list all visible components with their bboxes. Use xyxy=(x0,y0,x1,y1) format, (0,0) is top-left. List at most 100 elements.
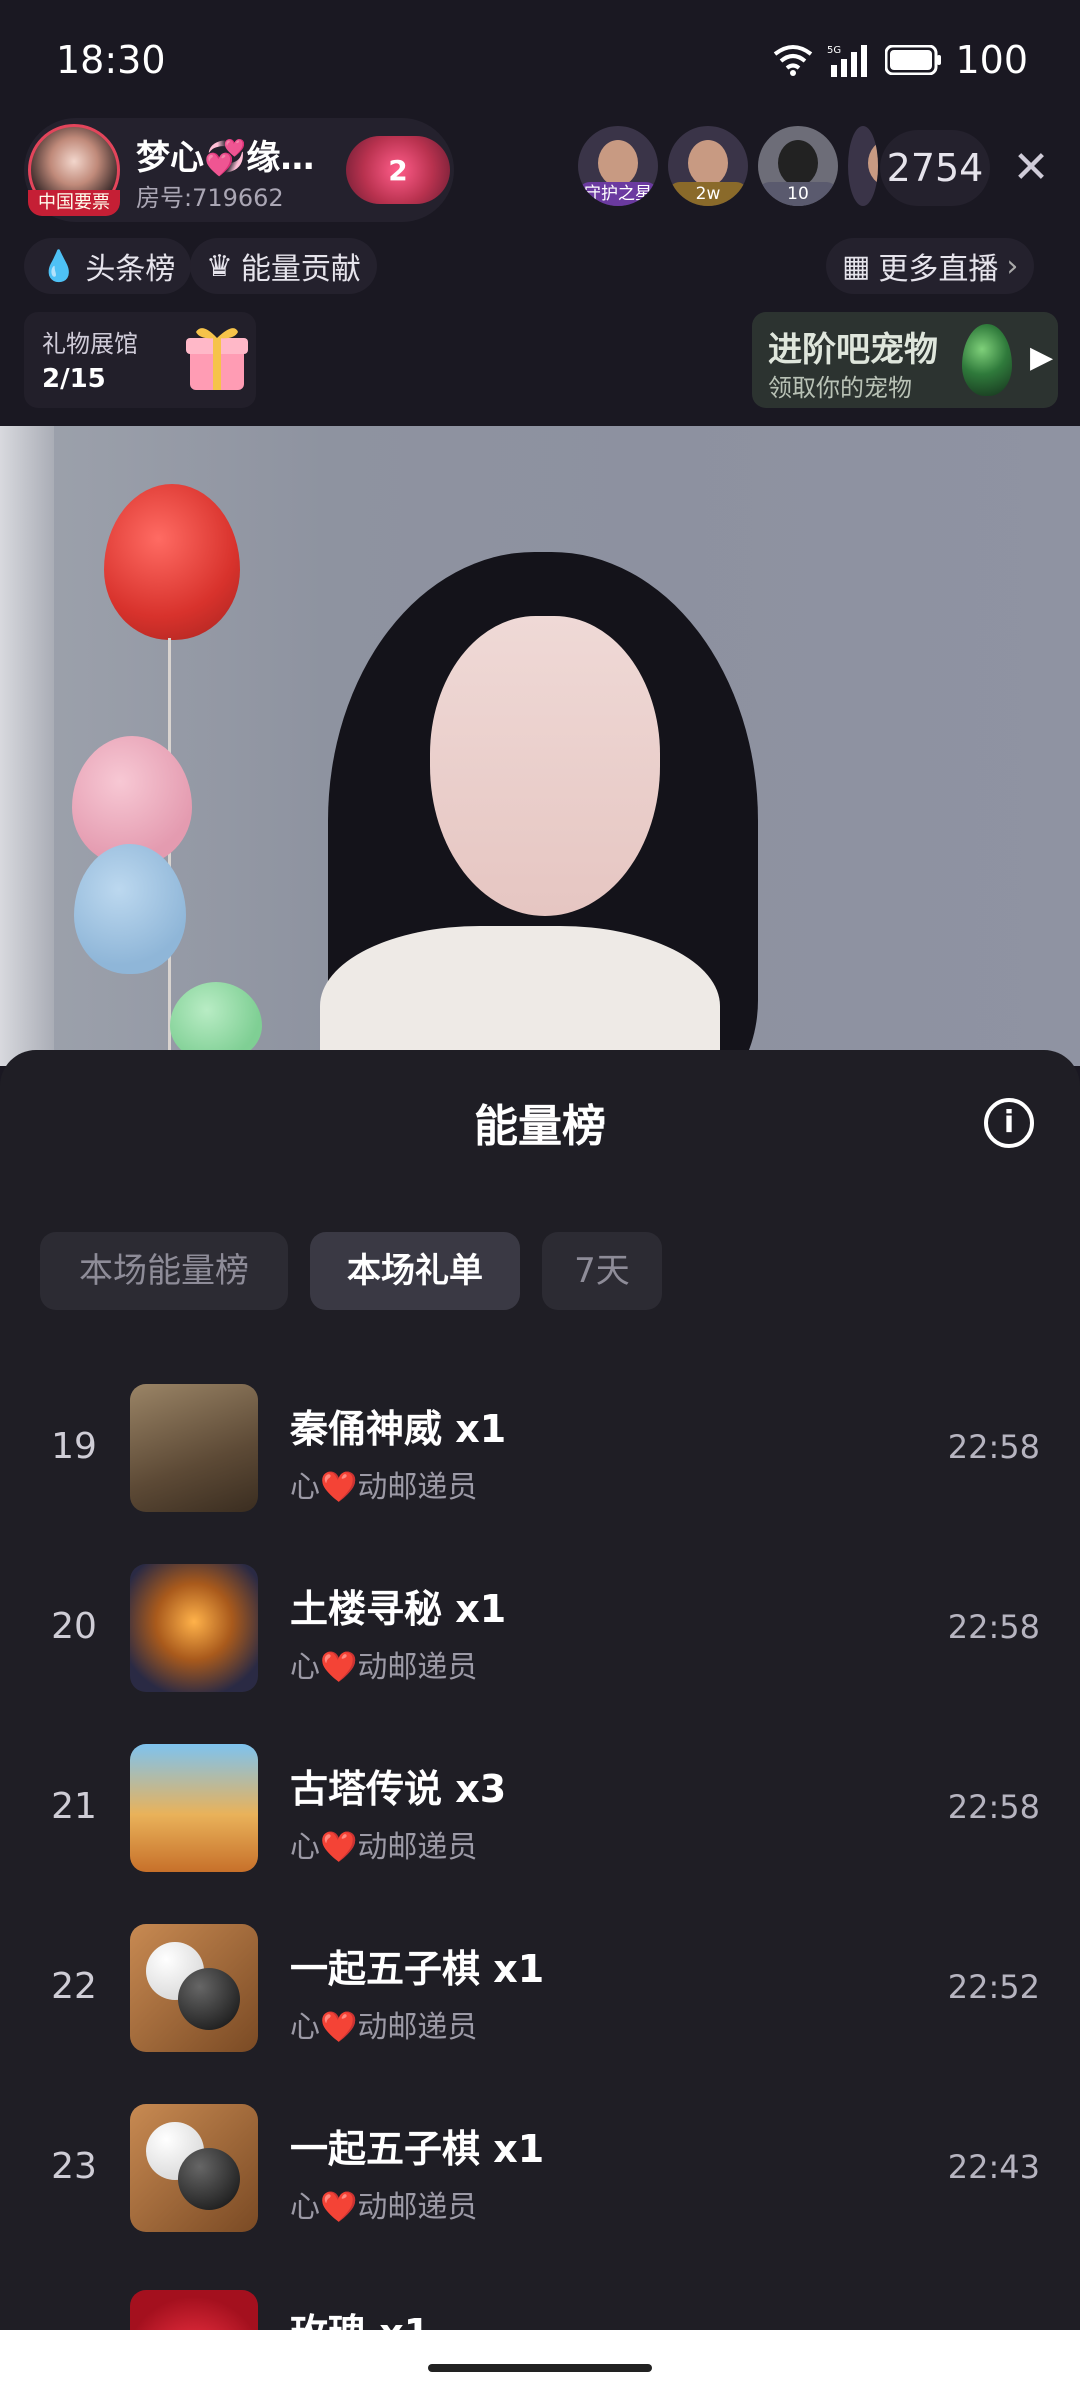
viewer-badge: 10 xyxy=(758,182,838,206)
blue-balloon xyxy=(74,844,186,974)
flame-icon: 💧 xyxy=(40,248,78,284)
gift-qty: x1 xyxy=(379,2311,430,2330)
viewer-avatar[interactable] xyxy=(848,126,878,206)
gift-sender[interactable]: 心❤️动邮递员 xyxy=(290,1642,477,1686)
gift-hall-label: 礼物展馆 xyxy=(42,330,138,358)
pet-promo-subtitle: 领取你的宠物 xyxy=(768,374,912,402)
viewer-avatar[interactable]: 2w xyxy=(668,126,748,206)
gift-time: 22:52 xyxy=(947,1968,1040,2006)
battery-level: 100 xyxy=(955,38,1028,82)
avatar-face xyxy=(688,140,728,186)
svg-text:5G: 5G xyxy=(827,45,841,56)
live-video[interactable] xyxy=(0,426,1080,1066)
crown-icon: ♛ xyxy=(206,248,233,284)
gift-time: 22:58 xyxy=(947,1788,1040,1826)
gift-sender[interactable]: 心❤️动邮递员 xyxy=(290,1822,477,1866)
tab-session-gifts[interactable]: 本场礼单 xyxy=(310,1232,520,1310)
pet-egg-icon xyxy=(962,324,1012,396)
panel-title: 能量榜 xyxy=(474,1101,606,1152)
gift-name: 一起五子棋 xyxy=(290,2127,481,2171)
signal-icon: 5G xyxy=(827,45,868,77)
fan-club-badge[interactable]: 2 xyxy=(346,136,450,204)
info-icon[interactable]: i xyxy=(984,1098,1034,1148)
streamer-coat xyxy=(320,926,720,1066)
gift-sender[interactable]: 心❤️动邮递员 xyxy=(290,2002,477,2046)
gift-rank: 20 xyxy=(51,1606,97,1647)
gift-qty: x1 xyxy=(455,1407,507,1451)
terracotta-warriors-thumb xyxy=(130,1384,258,1512)
gift-name: 玫瑰 xyxy=(290,2311,366,2330)
gift-name: 秦俑神威 xyxy=(290,1407,443,1451)
home-bar xyxy=(0,2330,1080,2400)
gift-hall-card[interactable]: 礼物展馆 2/15 xyxy=(24,312,256,408)
gift-time: 22:43 xyxy=(947,2148,1040,2186)
gift-row[interactable]: 19 秦俑神威 x1 心❤️动邮递员 22:58 xyxy=(0,1358,1080,1538)
gift-name-line: 土楼寻秘 x1 xyxy=(290,1578,506,1633)
gift-sender[interactable]: 心❤️动邮递员 xyxy=(290,1462,477,1506)
gomoku-thumb xyxy=(130,2104,258,2232)
gift-name: 古塔传说 xyxy=(290,1767,443,1811)
energy-contribution-label: 能量贡献 xyxy=(240,252,361,287)
red-balloon xyxy=(104,484,240,640)
status-icons: 5G 100 xyxy=(773,38,1028,82)
close-icon[interactable]: ✕ xyxy=(1006,140,1056,196)
gift-qty: x1 xyxy=(493,2127,545,2171)
pet-promo-card[interactable]: 进阶吧宠物 领取你的宠物 ▶ xyxy=(752,312,1058,408)
headline-rank-label: 头条榜 xyxy=(85,252,176,287)
rose-thumb xyxy=(130,2290,258,2330)
fan-club-level: 2 xyxy=(388,153,408,187)
home-indicator[interactable] xyxy=(428,2364,652,2372)
gift-name-line: 玫瑰 x1 xyxy=(290,2302,430,2330)
gift-row[interactable]: 21 古塔传说 x3 心❤️动邮递员 22:58 xyxy=(0,1718,1080,1898)
wifi-icon xyxy=(774,45,813,76)
viewer-badge: 守护之星 xyxy=(578,182,658,206)
avatar-face xyxy=(598,140,638,186)
viewer-avatars: 守护之星 2w 10 xyxy=(578,126,878,206)
wall-edge xyxy=(0,426,54,1066)
host-name[interactable]: 梦心💞缘… xyxy=(136,130,314,179)
status-time: 18:30 xyxy=(56,38,166,82)
gift-name-line: 一起五子棋 x1 xyxy=(290,1938,544,1993)
status-bar: 18:30 5G 100 xyxy=(0,0,1080,120)
gift-sender[interactable]: 心❤️动邮递员 xyxy=(290,2182,477,2226)
viewer-avatar[interactable]: 守护之星 xyxy=(578,126,658,206)
viewer-avatar[interactable]: 10 xyxy=(758,126,838,206)
play-arrow-icon: ▶ xyxy=(1030,340,1054,375)
gomoku-thumb xyxy=(130,1924,258,2052)
tulou-thumb xyxy=(130,1564,258,1692)
gift-time: 22:58 xyxy=(947,1608,1040,1646)
pet-promo-title: 进阶吧宠物 xyxy=(768,330,938,370)
streamer-face xyxy=(430,616,660,916)
gift-row[interactable]: 23 一起五子棋 x1 心❤️动邮递员 22:43 xyxy=(0,2078,1080,2258)
gift-rank: 23 xyxy=(51,2146,97,2187)
host-room-number: 房号:719662 xyxy=(136,184,284,212)
online-count[interactable]: 2754 xyxy=(880,130,990,206)
headline-rank-chip[interactable]: 💧 头条榜 xyxy=(24,238,192,294)
gift-qty: x1 xyxy=(455,1587,507,1631)
gift-name: 土楼寻秘 xyxy=(290,1587,443,1631)
gift-qty: x1 xyxy=(493,1947,545,1991)
gift-qty: x3 xyxy=(455,1767,507,1811)
gift-hall-progress: 2/15 xyxy=(42,364,106,394)
black-stone xyxy=(178,2148,240,2210)
more-live-chip[interactable]: ▦ 更多直播 › xyxy=(826,238,1035,294)
ancient-pagoda-thumb xyxy=(130,1744,258,1872)
energy-contribution-chip[interactable]: ♛ 能量贡献 xyxy=(190,238,377,294)
tab-session-energy[interactable]: 本场能量榜 xyxy=(40,1232,288,1310)
gift-row[interactable]: 22 一起五子棋 x1 心❤️动邮递员 22:52 xyxy=(0,1898,1080,2078)
gift-name-line: 古塔传说 x3 xyxy=(290,1758,506,1813)
tab-7-days[interactable]: 7天 xyxy=(542,1232,662,1310)
gift-name-line: 一起五子棋 x1 xyxy=(290,2118,544,2173)
battery-icon xyxy=(885,45,942,75)
gift-rank: 22 xyxy=(51,1966,97,2007)
gift-row[interactable]: 玫瑰 x1 xyxy=(0,2258,1080,2330)
more-live-label: 更多直播 xyxy=(878,252,999,287)
chevron-right-icon: › xyxy=(1006,248,1019,284)
gift-row[interactable]: 20 土楼寻秘 x1 心❤️动邮递员 22:58 xyxy=(0,1538,1080,1718)
avatar-face xyxy=(778,140,818,186)
gift-time: 22:58 xyxy=(947,1428,1040,1466)
gift-rank: 21 xyxy=(51,1786,97,1827)
viewer-badge: 2w xyxy=(668,182,748,206)
gift-rank: 19 xyxy=(51,1426,97,1467)
gift-box-icon xyxy=(186,328,248,390)
